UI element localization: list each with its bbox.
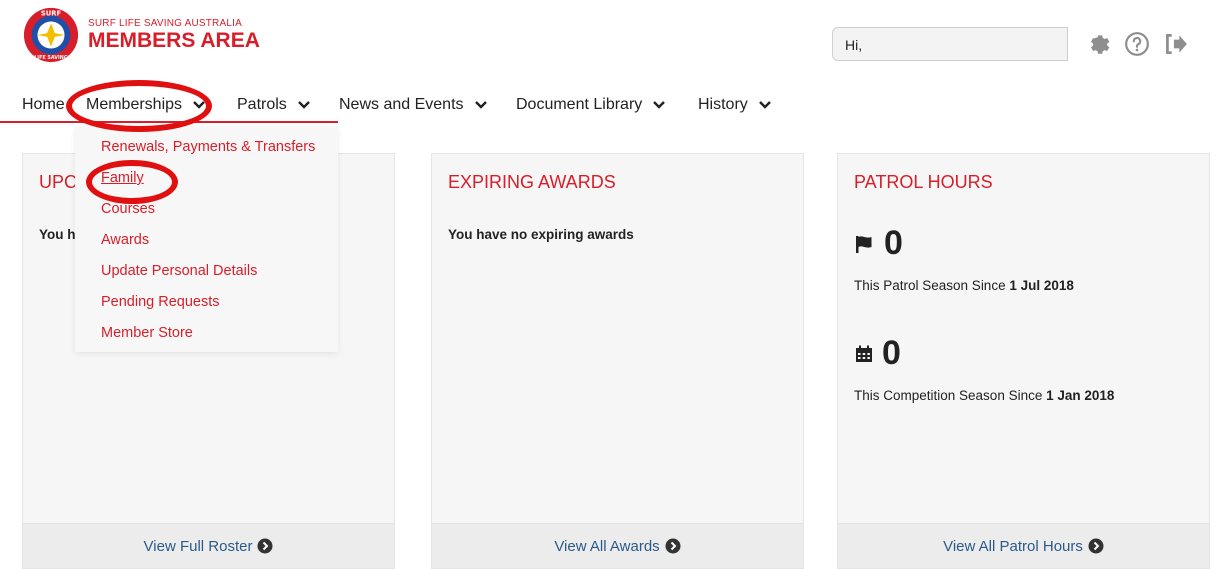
nav-active-underline (0, 121, 338, 123)
help-icon[interactable] (1124, 31, 1150, 57)
logo[interactable]: SURF LIFE SAVING SURF LIFE SAVING AUSTRA… (22, 6, 260, 64)
view-all-patrol-hours-link[interactable]: View All Patrol Hours (943, 538, 1104, 555)
nav-home[interactable]: Home (22, 96, 65, 114)
logout-icon[interactable] (1162, 31, 1188, 57)
nav-document-library[interactable]: Document Library (516, 96, 666, 114)
nav-patrols[interactable]: Patrols (237, 96, 311, 114)
memberships-dropdown-menu: Renewals, Payments & Transfers Family Co… (75, 126, 338, 352)
card-footer: View All Patrol Hours (838, 523, 1209, 568)
menu-item-member-store[interactable]: Member Store (101, 325, 193, 341)
card-message: You h (39, 227, 76, 242)
logo-subtitle: SURF LIFE SAVING AUSTRALIA (88, 18, 242, 29)
svg-text:SURF: SURF (41, 10, 62, 18)
chevron-circle-right-icon (1088, 538, 1104, 554)
view-all-awards-link[interactable]: View All Awards (554, 538, 681, 555)
nav-memberships[interactable]: Memberships (86, 96, 206, 114)
competition-season-text: This Competition Season Since 1 Jan 2018 (854, 388, 1115, 403)
card-title: PATROL HOURS (854, 172, 993, 192)
nav-news-and-events[interactable]: News and Events (339, 96, 488, 114)
menu-item-family[interactable]: Family (101, 170, 144, 186)
chevron-down-icon (474, 101, 487, 109)
card-title: EXPIRING AWARDS (448, 172, 616, 192)
card-title: UPC (39, 172, 78, 192)
menu-item-awards[interactable]: Awards (101, 232, 149, 248)
calendar-icon (856, 345, 872, 362)
chevron-circle-right-icon (665, 538, 681, 554)
chevron-down-icon (193, 101, 205, 109)
menu-item-pending-requests[interactable]: Pending Requests (101, 294, 220, 310)
menu-item-renewals[interactable]: Renewals, Payments & Transfers (101, 139, 315, 155)
main-nav: Home Memberships Patrols News and Events… (0, 88, 1226, 124)
patrol-season-stat: 0 (854, 224, 903, 263)
card-footer: View All Awards (432, 523, 803, 568)
patrol-hours-card: PATROL HOURS 0 This Patrol Season Since … (837, 153, 1210, 569)
flag-icon (856, 235, 872, 253)
expiring-awards-card: EXPIRING AWARDS You have no expiring awa… (431, 153, 804, 569)
gear-icon[interactable] (1084, 31, 1110, 57)
chevron-down-icon (297, 101, 310, 109)
card-footer: View Full Roster (23, 523, 394, 568)
menu-item-courses[interactable]: Courses (101, 201, 155, 217)
patrol-season-text: This Patrol Season Since 1 Jul 2018 (854, 278, 1074, 293)
card-message: You have no expiring awards (448, 227, 634, 242)
surf-life-saving-badge-icon: SURF LIFE SAVING (23, 7, 79, 63)
svg-text:LIFE SAVING: LIFE SAVING (34, 55, 68, 61)
view-full-roster-link[interactable]: View Full Roster (144, 538, 274, 555)
logo-title: MEMBERS AREA (88, 29, 260, 52)
chevron-circle-right-icon (257, 538, 273, 554)
menu-item-update-personal-details[interactable]: Update Personal Details (101, 263, 257, 279)
competition-season-stat: 0 (854, 334, 901, 373)
chevron-down-icon (758, 101, 771, 109)
user-greeting: Hi, (832, 27, 1068, 61)
nav-history[interactable]: History (698, 96, 772, 114)
chevron-down-icon (653, 101, 666, 109)
